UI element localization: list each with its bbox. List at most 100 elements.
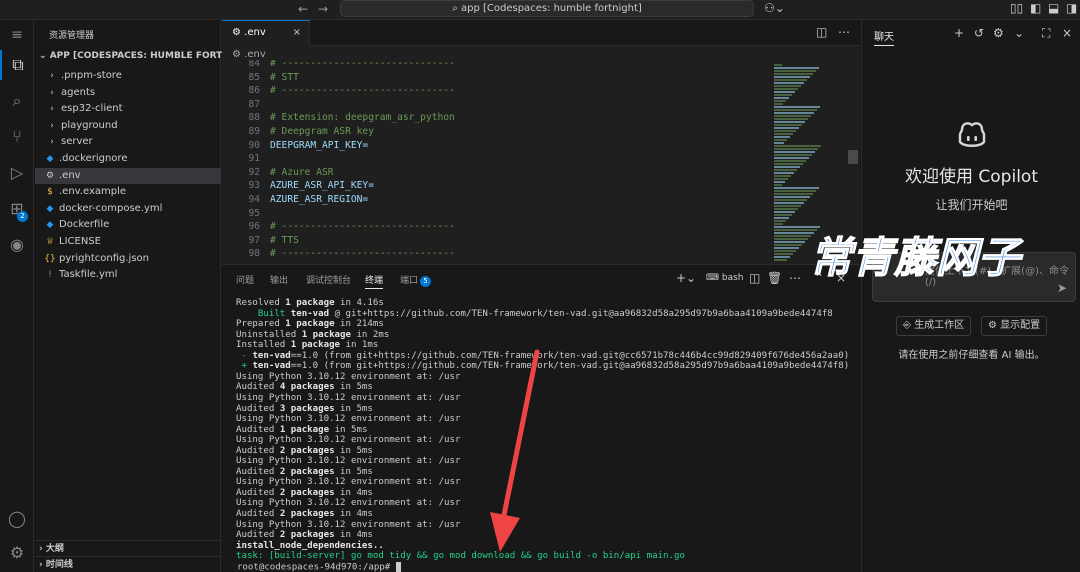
minimap-line [774,148,818,150]
terminal-text: install_node_dependencies.. [236,540,384,551]
minimap-line [774,205,801,207]
explorer-item[interactable]: › playground [35,118,221,134]
trash-icon[interactable]: 🗑 [767,271,782,285]
generate-workspace-label: 生成工作区 [914,320,965,331]
explorer-item[interactable]: ⚙ .env [35,167,221,184]
editor-tabs: ⚙ .env × ◫ ⋯ [222,20,860,46]
minimap-line [774,172,794,174]
terminal-prompt-line[interactable]: ○ root@codespaces-94d970:/app# [236,561,401,572]
editor-area: ⚙ .env × ◫ ⋯ ⚙ .env 84 # ----------------… [222,20,860,264]
explorer-item[interactable]: › server [35,134,221,150]
tab-ports[interactable]: 端口 5 [400,273,432,287]
editor-scrollbar[interactable] [848,150,858,164]
terminal-text: + [236,361,253,372]
explorer-item[interactable]: {} pyrightconfig.json [35,251,221,267]
explorer-item[interactable]: ! Taskfile.yml [35,267,221,283]
chat-title[interactable]: 聊天 [874,28,894,46]
explorer-files-icon[interactable]: ⧉ [0,50,34,80]
tab-debug-console[interactable]: 调试控制台 [306,273,351,286]
timeline-label: 时间线 [45,560,73,570]
more-actions-icon[interactable]: ⋯ [789,271,801,285]
terminal-text: ten-vad [290,308,330,319]
back-arrow-icon[interactable]: ← [298,2,308,16]
history-icon[interactable]: ↺ [974,26,984,40]
code-editor[interactable]: 84 # ------------------------------ 85 # ST… [222,60,772,264]
extensions-icon[interactable]: ⊞ 2 [0,194,34,224]
docker-icon: ◆ [46,220,54,231]
code-text: # Extension: deepgram_asr_python [270,112,455,124]
command-center-search[interactable]: ⌕ app [Codespaces: humble fortnight] [340,0,754,17]
terminal-text: task: [build-server] go mod tidy && go m… [236,551,685,562]
close-icon[interactable]: × [293,21,301,45]
send-icon[interactable]: ➤ [1057,281,1067,295]
breadcrumb[interactable]: ⚙ .env [232,49,266,60]
minimap-line [774,91,795,93]
terminal-text: 2 packages [279,530,335,541]
tab-output[interactable]: 输出 [270,273,288,286]
more-actions-icon[interactable]: ⋯ [838,25,850,39]
maximize-icon[interactable]: ⛶ [1042,26,1050,41]
source-control-icon[interactable]: ⑂ [0,122,34,152]
tab-problems[interactable]: 问题 [236,273,254,286]
ports-badge: 5 [420,276,432,287]
outline-section[interactable]: › 大纲 [35,540,221,556]
terminal-text: ten-vad [252,361,291,372]
search-icon[interactable]: ⌕ [0,86,34,116]
close-icon[interactable]: × [1062,26,1072,40]
settings-gear-icon[interactable]: ⚙ [0,538,34,568]
code-text: # Azure ASR [270,166,334,178]
chevron-right-icon: › [50,87,54,98]
layout-icon[interactable]: ▯▯ [1010,1,1023,15]
explorer-item[interactable]: ◆ Dockerfile [35,217,221,233]
account-icon[interactable]: ◯ [0,504,34,534]
minimap-line [774,196,810,198]
terminal-shell-selector[interactable]: ⌨ bash [706,273,743,283]
minimap-line [774,217,789,219]
explorer-item[interactable]: ◆ .dockerignore [35,151,221,167]
timeline-section[interactable]: › 时间线 [35,556,221,572]
show-config-button[interactable]: ⚙ 显示配置 [981,316,1048,336]
explorer-item[interactable]: › agents [35,85,221,101]
search-icon: ⌕ [452,3,461,14]
chevron-down-icon[interactable]: ⌄ [1014,26,1024,40]
terminal-text: ten-vad [252,350,291,361]
run-debug-icon[interactable]: ▷ [0,158,34,188]
terminal-line: Audited 2 packages in 4ms [236,530,373,541]
forward-arrow-icon[interactable]: → [318,2,328,16]
terminal-line: install_node_dependencies.. [236,541,384,552]
terminal-text: Using Python 3.10.12 environment at: /us… [236,456,461,467]
minimap-line [774,157,809,159]
tab-terminal[interactable]: 终端 [365,273,384,289]
code-text: # ------------------------------ [270,60,455,69]
terminal-text: Using Python 3.10.12 environment at: /us… [236,519,461,530]
workspace-root-label: APP [CODESPACES: HUMBLE FORTNIG... [49,51,251,61]
explorer-item[interactable]: ◆ docker-compose.yml [35,201,221,217]
gear-icon[interactable]: ⚙ [993,26,1004,40]
toggle-panel-icon[interactable]: ⬓ [1048,1,1059,15]
minimap-line [774,163,803,165]
terminal-text: in 5ms [334,382,373,393]
terminal-output[interactable]: Resolved 1 package in 4.16s Built ten-va… [236,298,856,572]
split-terminal-icon[interactable]: ◫ [749,271,760,285]
toggle-secondary-sidebar-icon[interactable]: ◨ [1066,1,1077,15]
minimap-line [774,256,790,258]
explorer-item[interactable]: › .pnpm-store [35,68,221,84]
workspace-root[interactable]: ⌄ APP [CODESPACES: HUMBLE FORTNIG... [39,51,251,61]
generate-workspace-button[interactable]: ⎆ 生成工作区 [896,316,972,336]
explorer-item[interactable]: $ .env.example [35,184,221,200]
tab-env[interactable]: ⚙ .env × [222,20,310,46]
minimap-line [774,184,782,186]
minimap-line [774,64,782,66]
menu-icon[interactable]: ≡ [0,20,34,50]
code-line: 95 [222,207,270,221]
copilot-menu-icon[interactable]: ⚇⌄ [764,1,785,15]
new-chat-icon[interactable]: + [954,26,964,40]
terminal-text: Using Python 3.10.12 environment at: /us… [236,371,461,382]
explorer-item[interactable]: ♕ LICENSE [35,234,221,250]
new-terminal-icon[interactable]: +⌄ [676,271,696,285]
explorer-item[interactable]: › esp32-client [35,101,221,117]
minimap-line [774,112,814,114]
github-icon[interactable]: ◉ [0,230,34,260]
split-editor-icon[interactable]: ◫ [816,25,827,39]
toggle-sidebar-icon[interactable]: ◧ [1030,1,1041,15]
